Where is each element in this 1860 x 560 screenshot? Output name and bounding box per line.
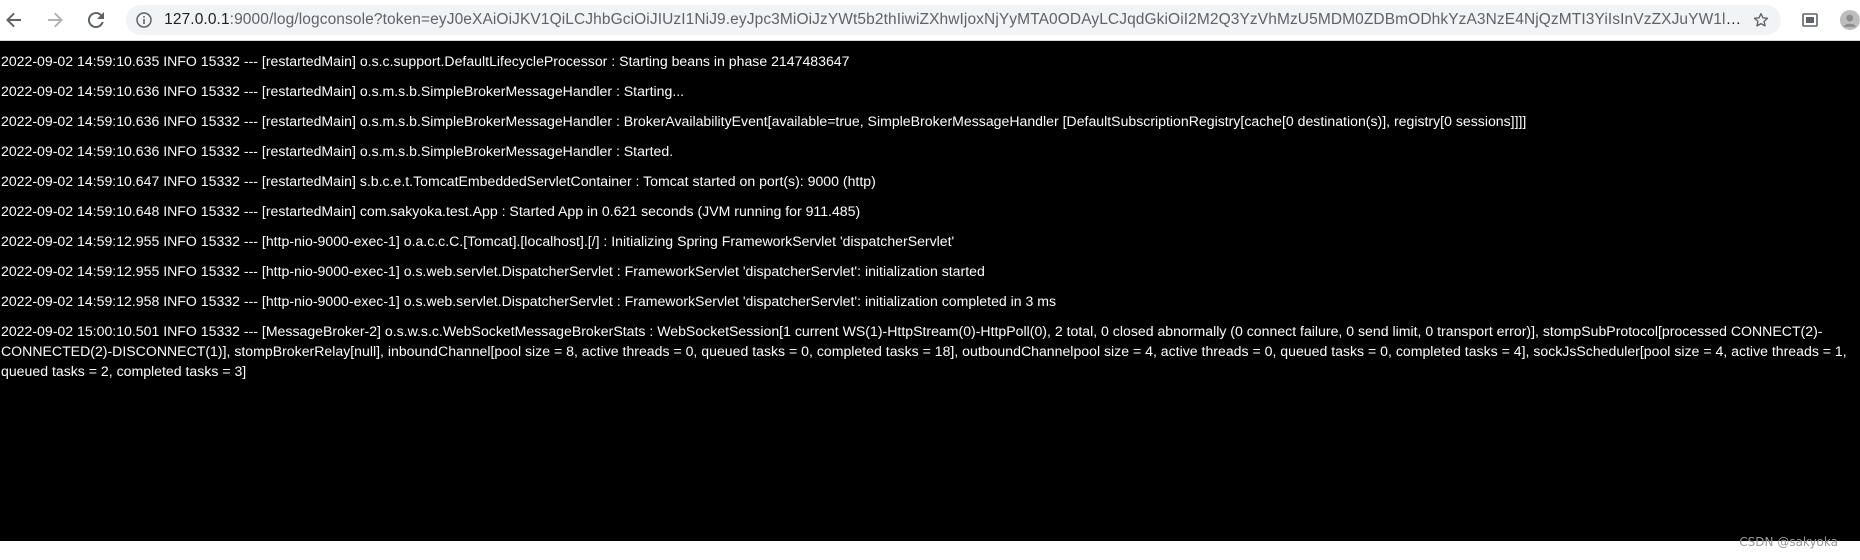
log-console: 2022-09-02 14:59:10.635 INFO 15332 --- […: [0, 41, 1860, 541]
back-arrow-icon[interactable]: [0, 6, 27, 34]
log-line: 2022-09-02 14:59:10.636 INFO 15332 --- […: [1, 83, 685, 99]
bottom-strip: [0, 541, 1860, 560]
log-line: 2022-09-02 14:59:10.647 INFO 15332 --- […: [1, 173, 876, 189]
url-text[interactable]: 127.0.0.1:9000/log/logconsole?token=eyJ0…: [164, 11, 1743, 29]
log-line: 2022-09-02 14:59:10.635 INFO 15332 --- […: [1, 53, 850, 69]
log-line: 2022-09-02 14:59:10.636 INFO 15332 --- […: [1, 143, 674, 159]
log-line: 2022-09-02 14:59:12.958 INFO 15332 --- […: [1, 293, 1057, 309]
log-line: 2022-09-02 15:00:10.501 INFO 15332 --- […: [1, 323, 1847, 379]
address-bar[interactable]: 127.0.0.1:9000/log/logconsole?token=eyJ0…: [126, 5, 1781, 35]
forward-arrow-icon[interactable]: [41, 6, 68, 34]
log-line: 2022-09-02 14:59:12.955 INFO 15332 --- […: [1, 263, 985, 279]
log-line: 2022-09-02 14:59:10.636 INFO 15332 --- […: [1, 113, 1527, 129]
extension-icon[interactable]: [1801, 11, 1819, 29]
browser-toolbar: 127.0.0.1:9000/log/logconsole?token=eyJ0…: [0, 0, 1860, 41]
log-line: 2022-09-02 14:59:10.648 INFO 15332 --- […: [1, 203, 861, 219]
reload-icon[interactable]: [83, 6, 110, 34]
star-icon[interactable]: [1751, 11, 1771, 29]
url-host: 127.0.0.1: [164, 11, 230, 28]
info-icon[interactable]: [136, 12, 152, 28]
log-line: 2022-09-02 14:59:12.955 INFO 15332 --- […: [1, 233, 955, 249]
avatar-icon[interactable]: [1840, 10, 1860, 30]
watermark: CSDN @sakyoka: [1739, 535, 1838, 549]
url-path: :9000/log/logconsole?token=eyJ0eXAiOiJKV…: [229, 11, 1743, 28]
